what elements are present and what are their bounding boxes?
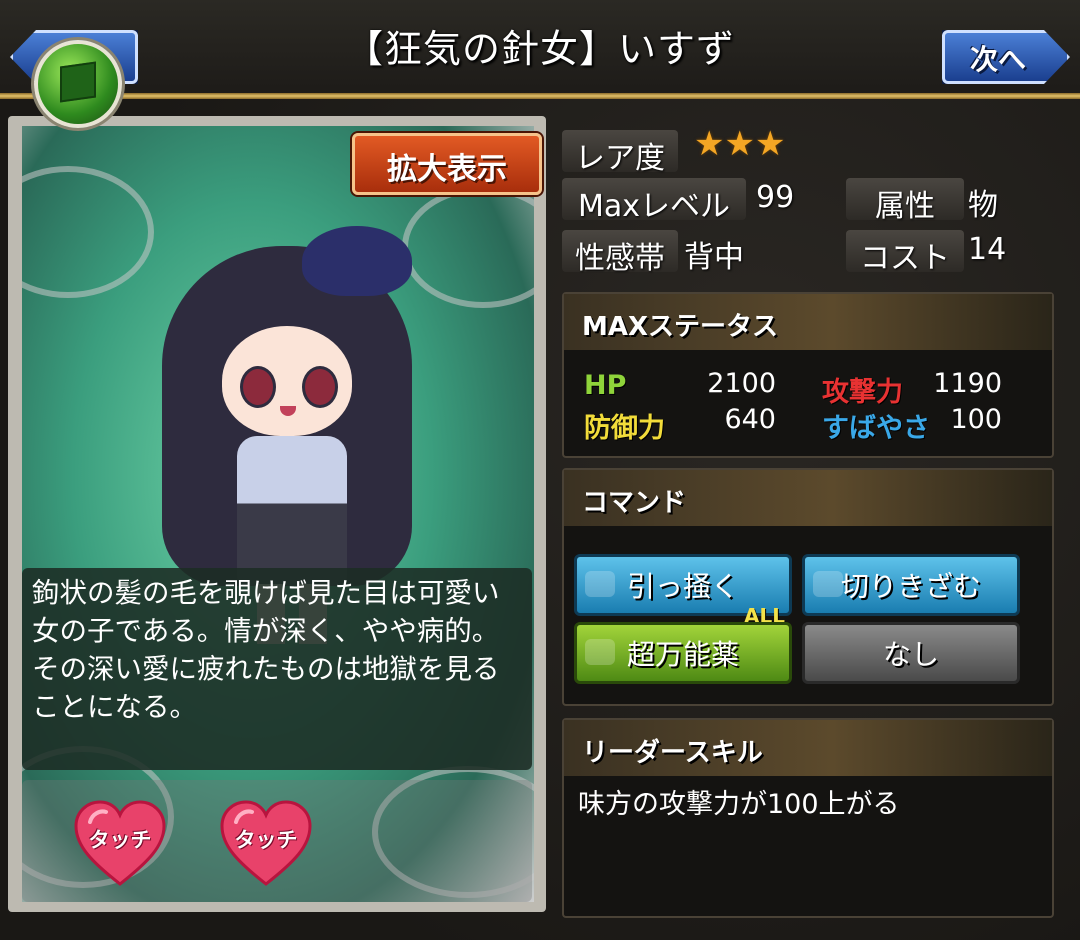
- attack-value: 1190: [933, 368, 1002, 399]
- maxlevel-value: 99: [756, 180, 795, 215]
- description-box: 鉤状の髪の毛を覗けば見た目は可愛い 女の子である。情が深く、やや病的。 その深い…: [22, 568, 532, 770]
- command-header: コマンド: [564, 470, 1052, 526]
- hp-value: 2100: [707, 368, 776, 399]
- character-detail-screen: 前へ 【狂気の針女】いすず 次へ 拡大表示 鉤: [0, 0, 1080, 940]
- command-label: 切りきざむ: [840, 570, 981, 603]
- swirl-ornament: [22, 166, 154, 298]
- next-button-label: 次へ: [969, 43, 1026, 76]
- page-title: 【狂気の針女】いすず: [344, 27, 735, 71]
- command-label: 超万能薬: [626, 638, 739, 671]
- command-button[interactable]: なし: [802, 622, 1020, 684]
- max-status-title: MAXステータス: [582, 312, 779, 342]
- leader-skill-title: リーダースキル: [582, 738, 763, 768]
- command-button[interactable]: 切りきざむ: [802, 554, 1020, 616]
- cost-value: 14: [968, 232, 1007, 267]
- rarity-tag: レア度: [562, 130, 678, 176]
- leader-skill-header: リーダースキル: [564, 720, 1052, 776]
- hp-label: HP: [584, 370, 627, 401]
- rarity-stars: ★★★: [694, 124, 786, 164]
- defense-label: 防御力: [584, 413, 665, 444]
- rarity-label: レア度: [575, 141, 665, 176]
- attribute-label: 属性: [875, 189, 935, 224]
- maxlevel-label: Maxレベル: [577, 189, 731, 224]
- defense-value: 640: [724, 404, 776, 435]
- leader-skill-text: 味方の攻撃力が100上がる: [578, 789, 900, 820]
- command-label: なし: [882, 638, 939, 671]
- header-divider: [0, 93, 1080, 99]
- max-status-header: MAXステータス: [564, 294, 1052, 350]
- sensitive-label: 性感帯: [575, 241, 665, 276]
- touch-heart-button[interactable]: タッチ: [218, 798, 314, 888]
- element-cube-icon: [34, 40, 122, 128]
- attack-label: 攻撃力: [822, 377, 903, 408]
- description-text: 鉤状の髪の毛を覗けば見た目は可愛い 女の子である。情が深く、やや病的。 その深い…: [32, 577, 500, 723]
- touch-label: タッチ: [88, 828, 152, 852]
- command-button[interactable]: 超万能薬: [574, 622, 792, 684]
- speed-value: 100: [950, 404, 1002, 435]
- attribute-tag: 属性: [846, 178, 964, 224]
- next-button[interactable]: 次へ: [942, 30, 1070, 84]
- sensitive-value: 背中: [684, 240, 744, 275]
- zoom-button[interactable]: 拡大表示: [352, 133, 542, 195]
- maxlevel-tag: Maxレベル: [562, 178, 746, 224]
- zoom-button-label: 拡大表示: [387, 152, 507, 187]
- command-label: 引っ掻く: [626, 570, 739, 603]
- touch-heart-button[interactable]: タッチ: [72, 798, 168, 888]
- touch-label: タッチ: [234, 828, 298, 852]
- command-title: コマンド: [582, 488, 687, 518]
- cost-tag: コスト: [846, 230, 964, 276]
- sensitive-tag: 性感帯: [562, 230, 678, 276]
- attribute-value: 物: [968, 188, 998, 223]
- cost-label: コスト: [860, 241, 950, 276]
